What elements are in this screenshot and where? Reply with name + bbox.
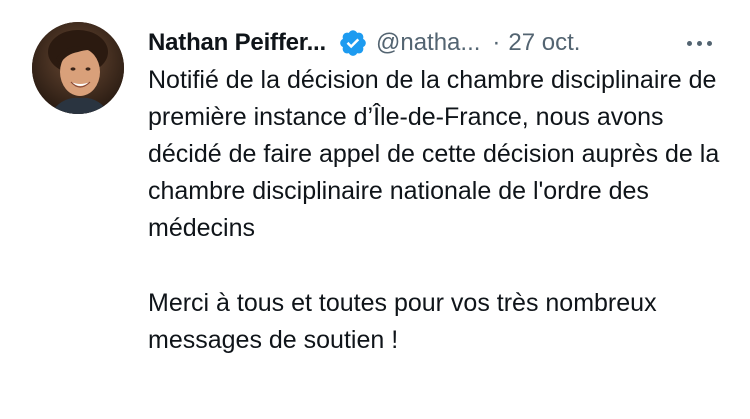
more-dot <box>706 40 712 46</box>
more-dot <box>686 40 692 46</box>
author-handle[interactable]: @natha... <box>376 29 480 57</box>
avatar[interactable] <box>32 22 124 114</box>
header-separator: · <box>492 29 501 56</box>
tweet-text: Notifié de la décision de la chambre dis… <box>148 62 723 359</box>
more-options-icon[interactable] <box>676 28 722 58</box>
tweet-card[interactable]: Nathan Peiffer... @natha... · 27 oct. No… <box>0 0 750 419</box>
tweet-header: Nathan Peiffer... @natha... · 27 oct. <box>148 24 728 62</box>
tweet-paragraph-2: Merci à tous et toutes pour vos très nom… <box>148 289 657 354</box>
verified-badge-icon <box>338 28 368 58</box>
tweet-date[interactable]: 27 oct. <box>508 29 580 57</box>
author-name[interactable]: Nathan Peiffer... <box>148 29 326 57</box>
more-dot <box>696 40 702 46</box>
tweet-paragraph-1: Notifié de la décision de la chambre dis… <box>148 66 720 242</box>
avatar-photo <box>32 22 124 114</box>
